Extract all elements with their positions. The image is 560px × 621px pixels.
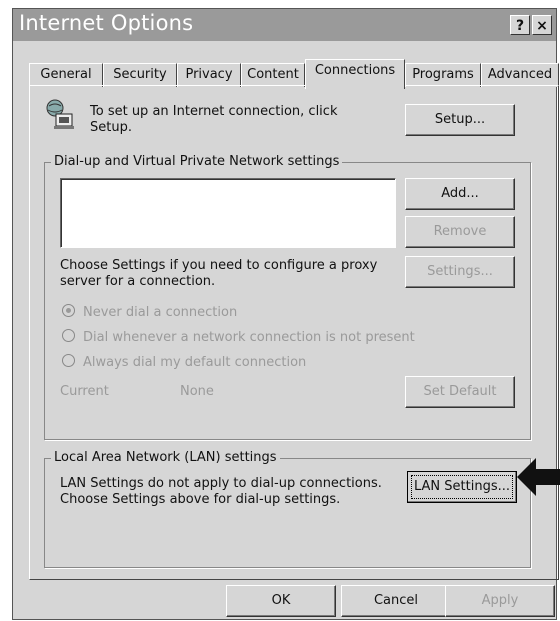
radio-indicator (62, 329, 75, 342)
tab-content[interactable]: Content (241, 63, 305, 87)
internet-options-dialog: Internet Options ? × General Security Pr… (12, 8, 559, 620)
current-value: None (180, 384, 214, 399)
connection-wizard-icon (46, 99, 74, 129)
radio-selected-indicator (62, 304, 75, 317)
apply-button[interactable]: Apply (445, 585, 555, 617)
window-title: Internet Options (19, 11, 194, 35)
setup-description: To set up an Internet connection, click … (90, 104, 338, 135)
tab-advanced[interactable]: Advanced (481, 63, 559, 87)
help-button[interactable]: ? (510, 15, 530, 35)
title-bar[interactable]: Internet Options ? × (13, 9, 556, 41)
close-button[interactable]: × (532, 15, 552, 35)
ok-button[interactable]: OK (226, 585, 336, 617)
radio-never-dial-label: Never dial a connection (83, 305, 238, 320)
current-label: Current (60, 384, 109, 399)
lan-settings-button[interactable]: LAN Settings... (407, 471, 517, 503)
setup-button[interactable]: Setup... (405, 104, 515, 136)
cancel-button[interactable]: Cancel (341, 585, 451, 617)
remove-button[interactable]: Remove (405, 216, 515, 248)
tab-connections[interactable]: Connections (305, 59, 405, 89)
connections-panel: To set up an Internet connection, click … (29, 85, 559, 580)
radio-always-dial-label: Always dial my default connection (83, 355, 307, 370)
radio-dial-whenever-label: Dial whenever a network connection is no… (83, 330, 415, 345)
tab-security[interactable]: Security (103, 63, 177, 87)
tab-privacy[interactable]: Privacy (177, 63, 241, 87)
lan-legend: Local Area Network (LAN) settings (51, 450, 280, 465)
radio-always-dial[interactable]: Always dial my default connection (62, 354, 306, 370)
settings-button[interactable]: Settings... (405, 256, 515, 288)
radio-indicator (62, 354, 75, 367)
pointer-arrow-icon (517, 458, 560, 496)
proxy-settings-description: Choose Settings if you need to configure… (60, 258, 378, 289)
set-default-button[interactable]: Set Default (405, 376, 515, 408)
connections-listbox[interactable] (60, 178, 396, 248)
radio-dial-whenever[interactable]: Dial whenever a network connection is no… (62, 329, 415, 345)
tab-programs[interactable]: Programs (405, 63, 481, 87)
dialup-legend: Dial-up and Virtual Private Network sett… (51, 154, 343, 169)
tab-general[interactable]: General (29, 63, 103, 87)
add-button[interactable]: Add... (405, 178, 515, 210)
radio-never-dial[interactable]: Never dial a connection (62, 304, 237, 320)
lan-description: LAN Settings do not apply to dial-up con… (60, 476, 382, 507)
